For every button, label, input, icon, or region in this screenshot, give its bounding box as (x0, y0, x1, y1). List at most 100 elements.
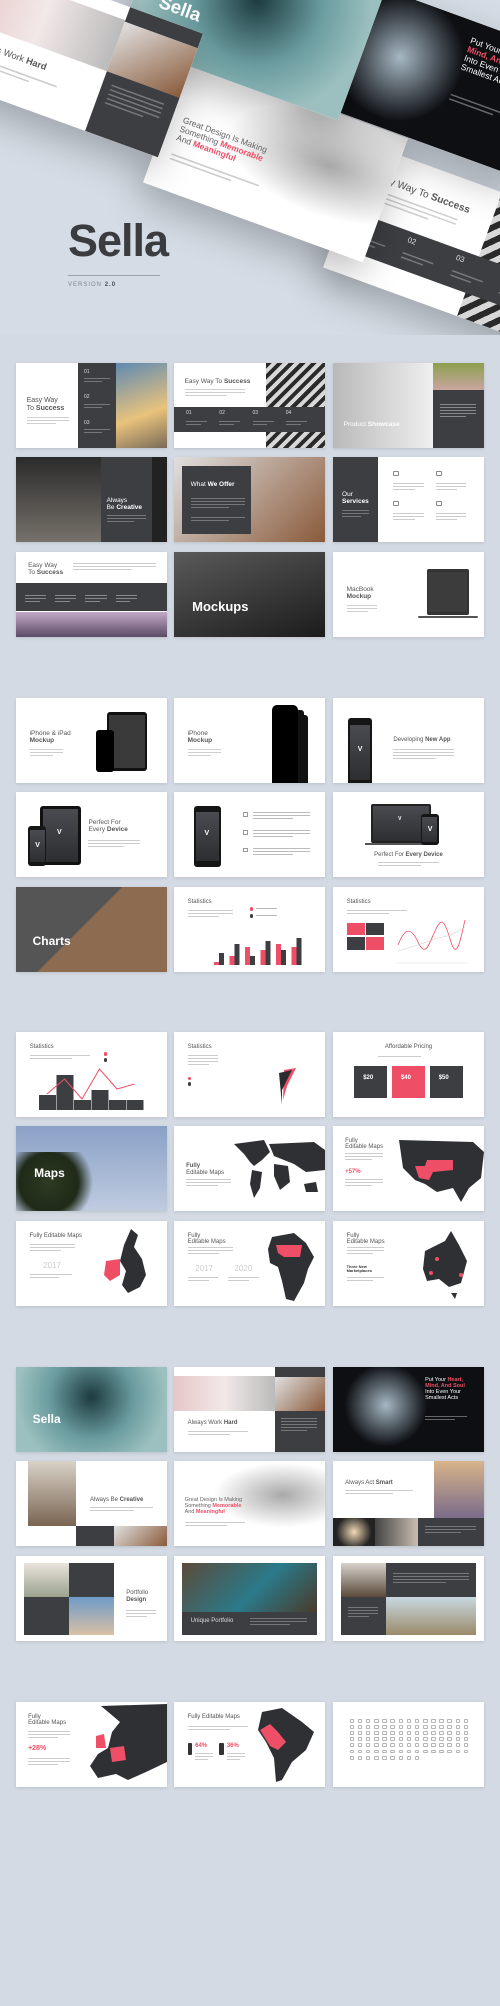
slide-title: iPhone Mockup (188, 730, 213, 744)
slide-thumbnail[interactable]: Great Design Is Making Something Memorabl… (174, 1461, 325, 1546)
slide-thumbnail[interactable]: Maps (16, 1126, 167, 1211)
icon-glyph (406, 1725, 412, 1729)
slide-thumbnail[interactable]: V Developing New App (333, 698, 484, 783)
title-segment: Maps (34, 1165, 65, 1180)
slide-photo (333, 363, 433, 448)
placeholder-text (186, 1178, 232, 1188)
slide-thumbnail[interactable]: Our Services (333, 457, 484, 542)
service-icon (435, 501, 442, 507)
slide-thumbnail[interactable]: Unique Portfolio (174, 1556, 325, 1641)
slide-thumbnail[interactable]: Charts (16, 887, 167, 972)
slide-thumbnail[interactable]: Easy Way To Success 01 02 03 (16, 363, 167, 448)
title-segment: Fully (28, 1713, 41, 1720)
slide-thumbnail[interactable]: Statistics (174, 887, 325, 972)
title-segment: Always Work (187, 1419, 224, 1426)
placeholder-text (25, 594, 47, 604)
slide-thumbnail[interactable]: Always Be Creative (16, 1461, 167, 1546)
slide-thumbnail[interactable]: Easy Way To Success 01 02 03 04 (174, 363, 325, 448)
placeholder-text (346, 604, 377, 614)
slide-panel (109, 714, 145, 769)
icon-glyph (374, 1749, 379, 1754)
placeholder-text (88, 839, 140, 849)
title-segment: Editable Maps (345, 1144, 384, 1151)
slide-panel (174, 407, 325, 432)
uk-highlight (96, 1734, 106, 1748)
slide-thumbnail[interactable]: Easy Way To Success (16, 552, 167, 637)
slide-thumbnail[interactable] (333, 1556, 484, 1641)
icon-glyph (422, 1749, 428, 1754)
slide-photo (23, 1562, 69, 1597)
slide-thumbnail[interactable]: Statistics (16, 1032, 167, 1117)
title-segment: Success (223, 378, 251, 386)
placeholder-text (425, 1525, 477, 1535)
tablet-mockup: V (40, 805, 81, 866)
slide-thumbnail[interactable]: Fully Editable Maps 2017 (16, 1221, 167, 1306)
price-value: $40 (400, 1074, 411, 1081)
placeholder-text (73, 563, 157, 572)
slide-thumbnail[interactable]: Put Your Heart, Mind, And Soul Into Even Y… (333, 1367, 484, 1452)
slide-thumbnail[interactable]: Affordable Pricing $20 $40 $50 (333, 1032, 484, 1117)
slide-thumbnail[interactable]: Statistics (333, 887, 484, 972)
slide-thumbnail[interactable]: Always Act Smart (333, 1461, 484, 1546)
slide-thumbnail[interactable]: MacBook Mockup (333, 552, 484, 637)
slide-thumbnail[interactable]: Mockups (174, 552, 325, 637)
placeholder-text (435, 513, 466, 522)
slide-thumbnail[interactable]: Always Work Hard (174, 1367, 325, 1452)
icon-glyph (439, 1737, 444, 1742)
placeholder-text (252, 420, 274, 427)
placeholder-text (126, 1610, 157, 1619)
icon-glyph (357, 1737, 363, 1742)
slide-thumbnail[interactable]: Always Be Creative (16, 457, 167, 542)
slide-thumbnail[interactable]: Portfolio Design (16, 1556, 167, 1641)
placeholder-text (29, 749, 63, 758)
uk-map (120, 1229, 146, 1293)
phone-mockup (272, 704, 298, 783)
icon-glyph (422, 1743, 428, 1748)
icon-glyph (349, 1749, 355, 1754)
slide-thumbnail[interactable]: V (174, 792, 325, 877)
slide-title: Mockups (192, 599, 248, 614)
placeholder-text (348, 1607, 379, 1619)
icon-glyph (382, 1749, 387, 1754)
slide-thumbnail[interactable]: Fully Editable Maps +28% (16, 1702, 167, 1787)
bar (219, 953, 224, 965)
slide-thumbnail[interactable]: Fully Editable Maps 2017 2020 (174, 1221, 325, 1306)
icon-glyph (439, 1749, 444, 1754)
bar (296, 938, 302, 965)
slide-thumbnail[interactable]: Statistics (174, 1032, 325, 1117)
slide-title: Easy Way To Success (28, 562, 63, 576)
slide-photo (431, 1596, 477, 1636)
bar (214, 962, 219, 965)
icon-glyph (406, 1755, 412, 1760)
icon-glyph (390, 1755, 395, 1760)
slide-photo (275, 1377, 325, 1412)
slide-thumbnail[interactable]: V V Perfect For Every Device (333, 792, 484, 877)
slide-thumbnail[interactable]: V V Perfect For Every Device (16, 792, 167, 877)
icon-glyph (398, 1743, 404, 1748)
slide-thumbnail[interactable] (333, 1702, 484, 1787)
slide-thumbnail[interactable]: Product Showcase (333, 363, 484, 448)
slide-thumbnail[interactable]: What We Offer (174, 457, 325, 542)
slide-thumbnail[interactable]: Fully Editable Maps 64% 36% (174, 1702, 325, 1787)
title-segment: Hard (223, 1419, 238, 1426)
title-segment: Our (342, 491, 353, 498)
title-segment: Design (126, 1596, 147, 1603)
slide-photo (28, 1461, 77, 1526)
slide-thumbnail[interactable]: iPhone & iPad Mockup (16, 698, 167, 783)
icon-glyph (431, 1743, 436, 1748)
slide-thumbnail[interactable]: Fully Editable Maps +57% (333, 1126, 484, 1211)
icon-glyph (422, 1725, 428, 1729)
slide-thumbnail[interactable]: iPhone Mockup (174, 698, 325, 783)
slide-photo (16, 457, 101, 542)
phone-mockup (96, 730, 115, 772)
placeholder-text (249, 1618, 307, 1627)
title-segment: Product (343, 420, 368, 428)
slide-photo (181, 1562, 318, 1613)
placeholder-text (184, 388, 245, 398)
slide-panel (76, 1526, 115, 1546)
slide-panel (428, 571, 468, 613)
icon-glyph (422, 1737, 428, 1742)
slide-thumbnail[interactable]: Sella (16, 1367, 167, 1452)
slide-thumbnail[interactable]: Fully Editable Maps (174, 1126, 325, 1211)
slide-thumbnail[interactable]: Fully Editable Maps Three New Marketplaces (333, 1221, 484, 1306)
